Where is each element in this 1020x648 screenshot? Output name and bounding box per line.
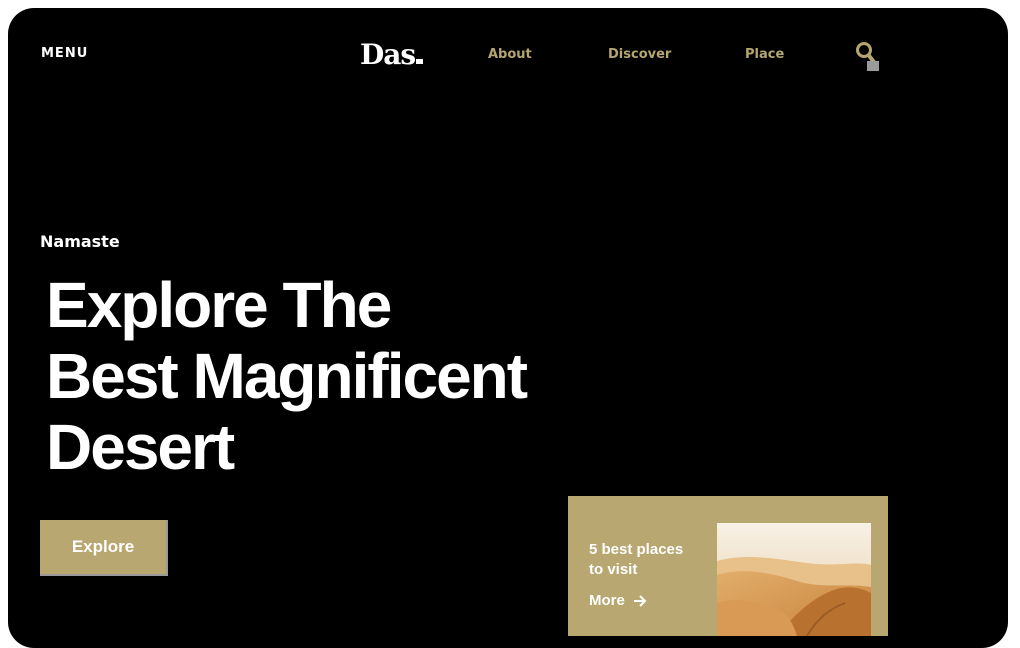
promo-more-label: More [589,592,625,609]
search-icon [856,42,879,71]
hero-tagline: Namaste [40,232,120,251]
promo-text: 5 best places to visit [589,541,684,578]
promo-more-link[interactable]: More [589,592,647,609]
search-button[interactable] [855,39,881,73]
desert-image [717,523,871,636]
site-logo[interactable]: Das [360,38,424,71]
explore-button[interactable]: Explore [40,520,168,576]
nav-link-about[interactable]: About [488,47,532,62]
hero-title-line-3: Desert [46,411,235,483]
arrow-right-icon [633,594,647,607]
hero-title-line-1: Explore The [46,269,392,341]
nav-link-place[interactable]: Place [745,47,784,62]
menu-button[interactable]: MENU [41,46,88,61]
nav-link-discover[interactable]: Discover [608,47,671,62]
hero-title-line-2: Best Magnificent [46,340,528,412]
logo-text: Das [360,38,416,71]
promo-card[interactable]: 5 best places to visit More [568,496,888,636]
hero-title: Explore The Best Magnificent Desert [46,269,528,483]
desert-dunes-illustration [717,523,871,636]
logo-dot [416,59,424,64]
page-frame: MENU Das About Discover Place Namaste Ex… [8,8,1008,648]
